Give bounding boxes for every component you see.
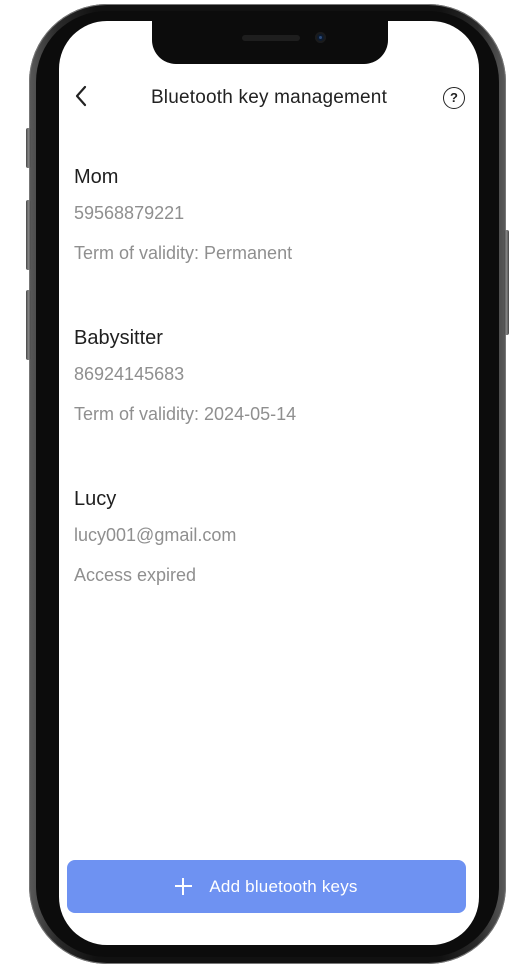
notch (152, 21, 388, 64)
key-identifier: 59568879221 (74, 203, 185, 223)
key-identifier: 86924145683 (74, 364, 185, 384)
key-validity: Term of validity: Permanent (74, 243, 293, 263)
front-camera (315, 32, 326, 43)
key-item-babysitter[interactable]: Babysitter 86924145683 Term of validity:… (74, 322, 454, 483)
help-button[interactable]: ? (443, 87, 465, 109)
plus-icon (175, 878, 193, 895)
add-bluetooth-keys-button[interactable]: Add bluetooth keys (67, 860, 466, 913)
key-validity: Access expired (74, 565, 197, 585)
page-title: Bluetooth key management (150, 87, 388, 108)
nav-header: Bluetooth key management ? (59, 79, 479, 119)
key-identifier: lucy001@gmail.com (74, 525, 237, 545)
bluetooth-key-list: Mom 59568879221 Term of validity: Perman… (74, 161, 454, 644)
key-validity: Term of validity: 2024-05-14 (74, 404, 297, 424)
app-screen: Bluetooth key management ? Mom 595688792… (59, 21, 479, 945)
add-button-label: Add bluetooth keys (209, 876, 358, 896)
volume-up-button (26, 200, 31, 270)
silent-switch (26, 128, 31, 168)
volume-down-button (26, 290, 31, 360)
question-circle-icon: ? (450, 90, 458, 105)
key-item-mom[interactable]: Mom 59568879221 Term of validity: Perman… (74, 161, 454, 322)
back-button[interactable] (69, 83, 93, 113)
key-item-lucy[interactable]: Lucy lucy001@gmail.com Access expired (74, 483, 454, 644)
power-button (504, 230, 509, 335)
key-name: Mom (74, 166, 119, 188)
key-name: Lucy (74, 488, 117, 510)
chevron-left-icon (74, 85, 88, 112)
speaker-grille (242, 35, 300, 41)
key-name: Babysitter (74, 327, 163, 349)
